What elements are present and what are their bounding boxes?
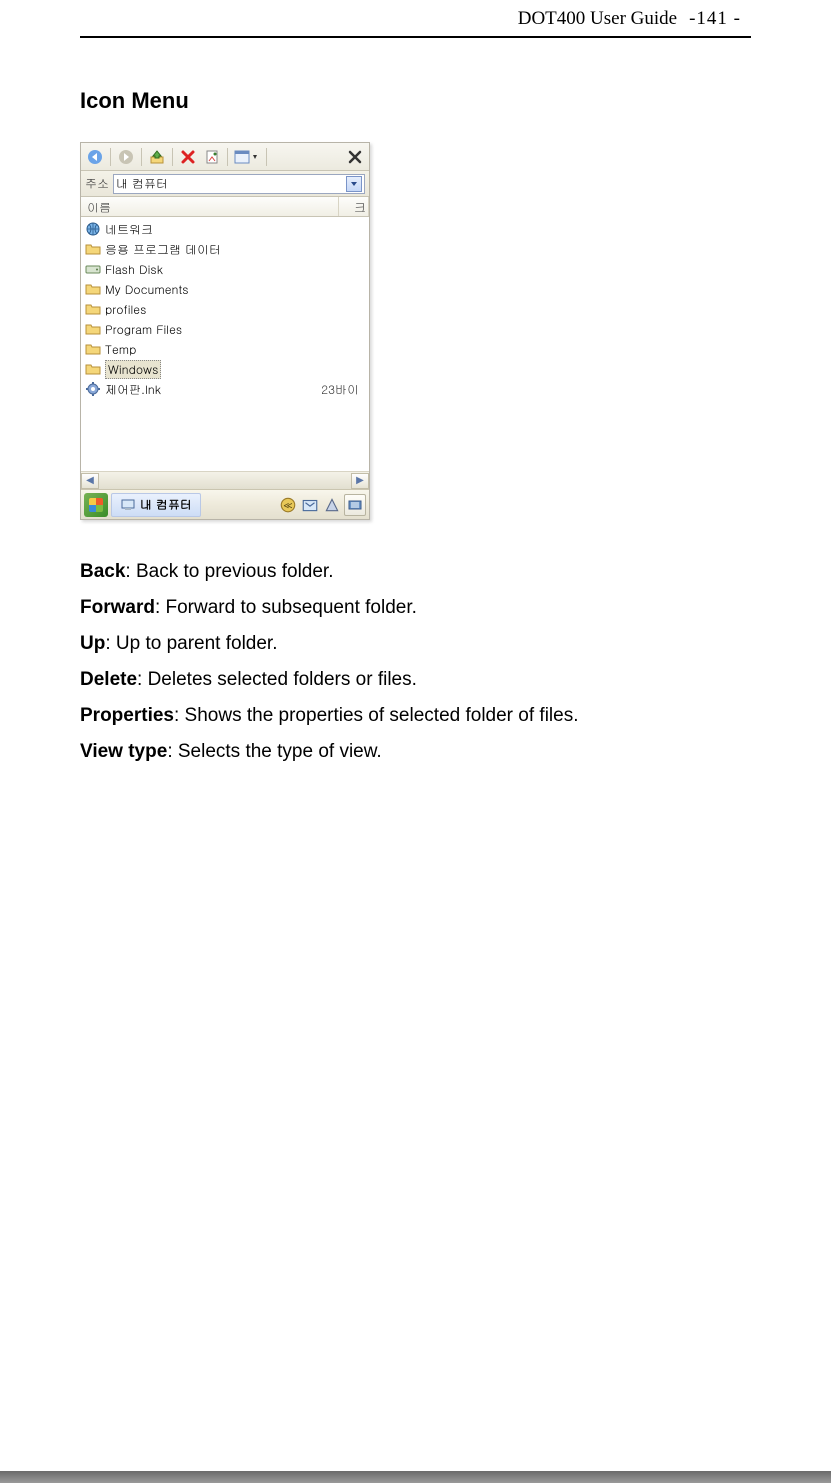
separator <box>172 148 173 166</box>
doc-title: DOT400 User Guide <box>518 8 677 30</box>
column-header[interactable]: 이름 크 <box>81 197 369 217</box>
view-button[interactable] <box>232 146 262 168</box>
close-button[interactable] <box>344 146 366 168</box>
separator <box>141 148 142 166</box>
tray-icon[interactable] <box>301 496 319 514</box>
taskbar-item-label: 내 컴퓨터 <box>140 496 192 513</box>
folder-icon <box>85 241 101 257</box>
list-item[interactable]: Program Files <box>81 319 369 339</box>
file-name: profiles <box>105 301 146 318</box>
address-dropdown[interactable] <box>346 176 362 192</box>
file-name: 네트워크 <box>105 221 153 238</box>
address-label: 주소 <box>85 175 109 192</box>
sip-button[interactable] <box>344 494 366 516</box>
taskbar-item[interactable]: 내 컴퓨터 <box>111 493 201 517</box>
list-item[interactable]: 응용 프로그램 데이터 <box>81 239 369 259</box>
folder-icon <box>85 281 101 297</box>
list-item[interactable]: Windows <box>81 359 369 379</box>
definition-item: View type: Selects the type of view. <box>80 734 751 770</box>
page-header: DOT400 User Guide -141 - <box>0 0 831 36</box>
address-field[interactable]: 내 컴퓨터 <box>113 174 365 194</box>
windows-flag-icon <box>89 498 103 512</box>
scroll-track[interactable] <box>99 473 351 489</box>
file-name: Temp <box>105 341 136 358</box>
properties-button[interactable] <box>201 146 223 168</box>
toolbar <box>81 143 369 171</box>
blank-area <box>81 399 369 469</box>
folder-icon <box>85 321 101 337</box>
list-item[interactable]: Temp <box>81 339 369 359</box>
separator <box>266 148 267 166</box>
delete-button[interactable] <box>177 146 199 168</box>
file-name: My Documents <box>105 281 189 298</box>
scroll-right-icon[interactable]: ▶ <box>351 473 369 489</box>
file-name: Program Files <box>105 321 182 338</box>
list-item[interactable]: My Documents <box>81 279 369 299</box>
footer-bar <box>0 1471 831 1483</box>
separator <box>110 148 111 166</box>
taskbar: 내 컴퓨터 ≪ <box>81 489 369 519</box>
definition-item: Forward: Forward to subsequent folder. <box>80 590 751 626</box>
col-name[interactable]: 이름 <box>81 197 339 216</box>
folder-icon <box>85 361 101 377</box>
separator <box>227 148 228 166</box>
col-size[interactable]: 크 <box>339 197 369 216</box>
computer-icon <box>120 497 136 513</box>
file-name: Windows <box>105 360 161 379</box>
globe-icon <box>85 221 101 237</box>
address-bar: 주소 내 컴퓨터 <box>81 171 369 197</box>
drive-icon <box>85 261 101 277</box>
file-name: 응용 프로그램 데이터 <box>105 241 221 258</box>
back-button[interactable] <box>84 146 106 168</box>
file-list[interactable]: 네트워크 응용 프로그램 데이터 Flash Disk My Documents… <box>81 217 369 471</box>
list-item[interactable]: 네트워크 <box>81 219 369 239</box>
section-heading: Icon Menu <box>80 88 751 114</box>
gear-icon <box>85 381 101 397</box>
definition-item: Back: Back to previous folder. <box>80 554 751 590</box>
definition-item: Delete: Deletes selected folders or file… <box>80 662 751 698</box>
folder-icon <box>85 301 101 317</box>
definition-item: Up: Up to parent folder. <box>80 626 751 662</box>
svg-text:≪: ≪ <box>283 500 292 510</box>
list-item[interactable]: Flash Disk <box>81 259 369 279</box>
tray-icon[interactable]: ≪ <box>279 496 297 514</box>
definition-item: Properties: Shows the properties of sele… <box>80 698 751 734</box>
file-name: Flash Disk <box>105 261 163 278</box>
folder-icon <box>85 341 101 357</box>
definition-list: Back: Back to previous folder. Forward: … <box>80 554 751 771</box>
system-tray: ≪ <box>279 496 341 514</box>
file-name: 제어판.lnk <box>105 381 161 398</box>
address-value: 내 컴퓨터 <box>116 175 346 192</box>
up-button[interactable] <box>146 146 168 168</box>
scroll-left-icon[interactable]: ◀ <box>81 473 99 489</box>
explorer-screenshot: 주소 내 컴퓨터 이름 크 네트워크 응용 프로그램 데이터 <box>80 142 370 520</box>
list-item[interactable]: profiles <box>81 299 369 319</box>
tray-icon[interactable] <box>323 496 341 514</box>
page-number: -141 - <box>689 8 741 30</box>
horizontal-scrollbar[interactable]: ◀ ▶ <box>81 471 369 489</box>
list-item[interactable]: 제어판.lnk 23바이 <box>81 379 369 399</box>
file-size: 23바이 <box>321 381 359 398</box>
forward-button[interactable] <box>115 146 137 168</box>
start-button[interactable] <box>84 493 108 517</box>
